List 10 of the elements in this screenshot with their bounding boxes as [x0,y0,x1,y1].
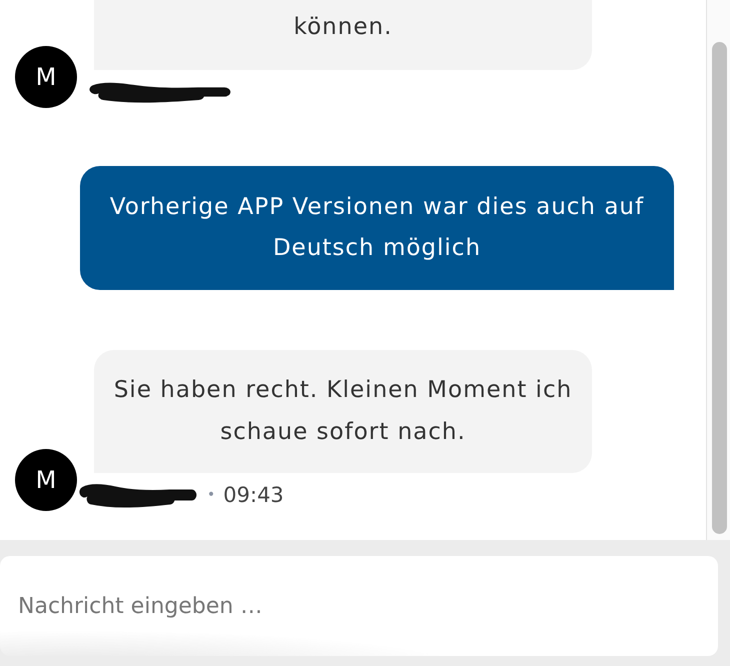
message-input[interactable]: Nachricht eingeben … [0,556,718,656]
avatar: M [15,46,77,108]
message-bubble: Vorherige APP Versionen war dies auch auf Deutsch möglich [80,166,674,290]
avatar: M [15,449,77,511]
separator-dot: • [207,487,216,503]
message-bubble: können. [94,0,592,70]
scrollbar-thumb[interactable] [712,42,727,534]
message-bubble: Sie haben recht. Kleinen Moment ich schaue sofort nach. [94,350,592,473]
message-time: 09:43 [223,483,284,507]
scrollbar-track[interactable] [706,0,730,540]
